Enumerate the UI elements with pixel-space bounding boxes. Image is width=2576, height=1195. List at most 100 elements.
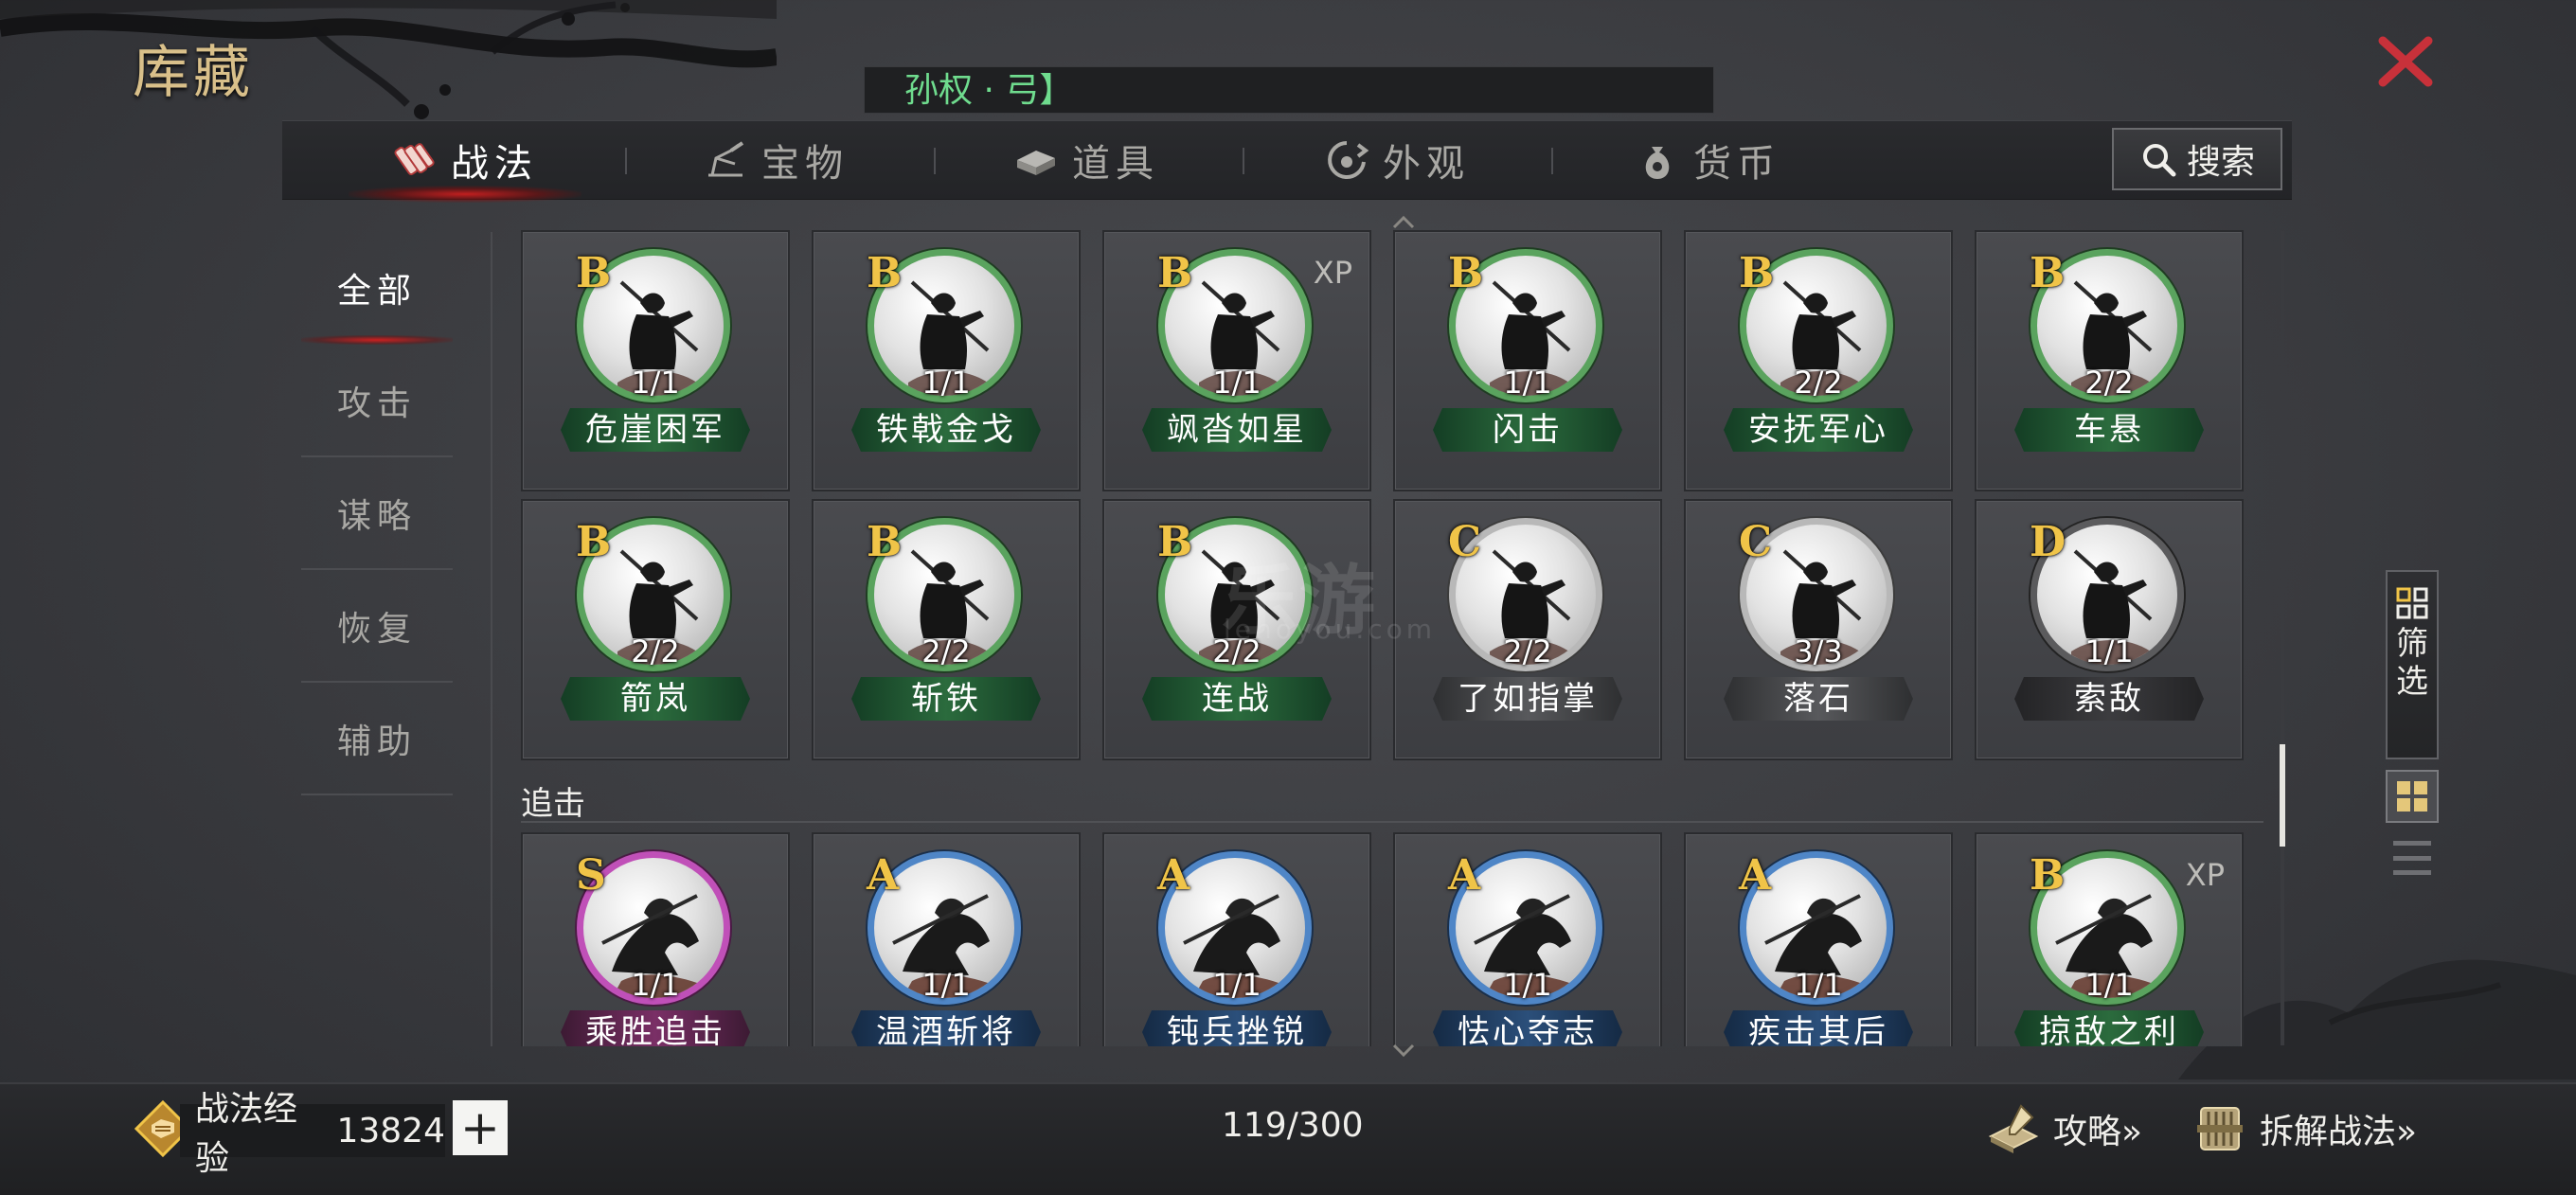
skill-grade: A — [1157, 851, 1190, 900]
filter-label: 筛选 — [2396, 625, 2428, 701]
grid-scrollbar[interactable] — [2281, 231, 2284, 1045]
sidebar-item-all[interactable]: 全部 — [301, 232, 453, 345]
skill-grade: A — [1448, 851, 1481, 900]
skill-name: 温酒斩将 — [851, 1010, 1041, 1046]
money-bag-icon — [1645, 147, 1670, 179]
treasure-icon — [708, 141, 744, 177]
skill-grade: D — [2030, 518, 2066, 566]
skill-name: 斩铁 — [851, 677, 1041, 721]
skill-name: 车悬 — [2014, 408, 2204, 452]
skill-name: 掠敌之利 — [2014, 1010, 2204, 1046]
skill-count: 1/1 — [631, 365, 680, 401]
skill-count: 3/3 — [1794, 633, 1843, 669]
filter-grid-icon — [2396, 587, 2428, 619]
item-box-icon — [1017, 151, 1055, 175]
skill-name: 落石 — [1724, 677, 1913, 721]
skill-card[interactable]: B 2/2 箭岚 — [521, 499, 790, 760]
section-label-pursuit: 追击 — [521, 777, 2263, 823]
skill-card[interactable]: D 1/1 索敌 — [1975, 499, 2244, 760]
skill-count: 2/2 — [1503, 633, 1552, 669]
tab-tactics[interactable]: 战法 — [311, 121, 619, 203]
grid-scroll-thumb[interactable] — [2280, 744, 2285, 847]
sidebar-item-support[interactable]: 辅助 — [301, 683, 453, 795]
list-view-icon — [2393, 870, 2431, 875]
skill-name: 了如指掌 — [1433, 677, 1622, 721]
skill-row: B 1/1 危崖困军 B 1/1 铁戟金戈 B XP 1/1 飒沓如星 B 1/1 闪击 B 2/2 安抚军心… — [521, 230, 2244, 491]
skill-count: 1/1 — [1503, 365, 1552, 401]
skill-name: 怯心夺志 — [1433, 1010, 1622, 1046]
skill-name: 索敌 — [2014, 677, 2204, 721]
xp-tag: XP — [1313, 255, 1352, 291]
inventory-capacity: 119/300 — [1222, 1106, 1364, 1145]
skill-count: 2/2 — [2084, 365, 2134, 401]
sidebar-item-attack[interactable]: 攻击 — [301, 345, 453, 457]
guide-button[interactable]: 攻略» — [1983, 1091, 2142, 1167]
skill-count: 1/1 — [1503, 967, 1552, 1003]
skill-name: 箭岚 — [561, 677, 750, 721]
skill-card[interactable]: B 1/1 铁戟金戈 — [812, 230, 1081, 491]
sidebar-divider — [491, 232, 492, 1046]
skill-card[interactable]: A 1/1 钝兵挫锐 — [1102, 832, 1371, 1046]
page-title: 库藏 — [133, 40, 254, 106]
filter-button[interactable]: 筛选 — [2386, 570, 2439, 759]
skill-card[interactable]: B 2/2 车悬 — [1975, 230, 2244, 491]
skill-card[interactable]: C 3/3 落石 — [1684, 499, 1953, 760]
decompose-tactics-button[interactable]: 拆解战法» — [2190, 1091, 2417, 1167]
list-view-toggle[interactable] — [2393, 837, 2431, 879]
skill-count: 1/1 — [1212, 365, 1261, 401]
skill-card[interactable]: A 1/1 温酒斩将 — [812, 832, 1081, 1046]
search-button[interactable]: 搜索 — [2112, 128, 2282, 190]
tab-appearance[interactable]: 外观 — [1243, 121, 1551, 199]
skill-grade: B — [1739, 249, 1775, 297]
skill-card[interactable]: B 1/1 危崖困军 — [521, 230, 790, 491]
search-label: 搜索 — [2186, 143, 2255, 182]
skill-count: 2/2 — [1212, 633, 1261, 669]
appearance-icon — [1328, 141, 1369, 179]
skill-row: S 1/1 乘胜追击 A 1/1 温酒斩将 A 1/1 钝兵挫锐 A 1/1 怯心夺志 A 1/1 疾击其后… — [521, 832, 2244, 1046]
skill-name: 疾击其后 — [1724, 1010, 1913, 1046]
close-icon — [2378, 36, 2433, 87]
close-button[interactable] — [2372, 33, 2439, 90]
add-exp-button[interactable]: + — [453, 1100, 508, 1155]
skill-card[interactable]: B XP 1/1 飒沓如星 — [1102, 230, 1371, 491]
skill-grade: A — [867, 851, 900, 900]
skill-grade: B — [576, 518, 612, 566]
tab-bar: 战法 宝物 道具 外观 货币 搜索 — [282, 120, 2292, 203]
scroll-icon — [394, 143, 435, 175]
sidebar-item-strategy[interactable]: 谋略 — [301, 457, 453, 570]
skill-count: 2/2 — [1794, 365, 1843, 401]
skill-card[interactable]: C 2/2 了如指掌 — [1393, 499, 1662, 760]
decompose-label: 拆解战法» — [2260, 1113, 2418, 1151]
skill-name: 飒沓如星 — [1142, 408, 1332, 452]
skill-card[interactable]: A 1/1 疾击其后 — [1684, 832, 1953, 1046]
skill-grade: B — [867, 249, 903, 297]
skill-card[interactable]: B 2/2 安抚军心 — [1684, 230, 1953, 491]
skill-grade: B — [867, 518, 903, 566]
tab-currency[interactable]: 货币 — [1553, 121, 1862, 199]
tab-label: 战法 — [451, 142, 538, 186]
skill-card[interactable]: B 2/2 连战 — [1102, 499, 1371, 760]
skill-count: 1/1 — [631, 967, 680, 1003]
skill-card[interactable]: B 1/1 闪击 — [1393, 230, 1662, 491]
scroll-bundle-icon — [2197, 1107, 2243, 1150]
skill-card[interactable]: A 1/1 怯心夺志 — [1393, 832, 1662, 1046]
skill-grade: S — [576, 851, 606, 900]
tab-label: 道具 — [1072, 142, 1159, 186]
skill-count: 1/1 — [2084, 967, 2134, 1003]
skill-grade: B — [1157, 518, 1193, 566]
skill-name: 钝兵挫锐 — [1142, 1010, 1332, 1046]
tab-treasure[interactable]: 宝物 — [621, 121, 930, 199]
skill-name: 乘胜追击 — [561, 1010, 750, 1046]
skill-grade: C — [1739, 518, 1773, 566]
skill-count: 1/1 — [2084, 633, 2134, 669]
skill-card[interactable]: B XP 1/1 掠敌之利 — [1975, 832, 2244, 1046]
skill-card[interactable]: B 2/2 斩铁 — [812, 499, 1081, 760]
sidebar-item-recovery[interactable]: 恢复 — [301, 570, 453, 683]
grid-view-toggle[interactable] — [2386, 770, 2439, 823]
hero-filter-label: 孙权 · 弓】 — [864, 66, 1714, 114]
tactic-exp-display: 战法经验 13824 — [180, 1090, 445, 1178]
tab-items[interactable]: 道具 — [932, 121, 1241, 199]
skill-card[interactable]: S 1/1 乘胜追击 — [521, 832, 790, 1046]
scroll-up-icon — [1392, 215, 1415, 229]
xp-tag: XP — [2185, 857, 2225, 893]
